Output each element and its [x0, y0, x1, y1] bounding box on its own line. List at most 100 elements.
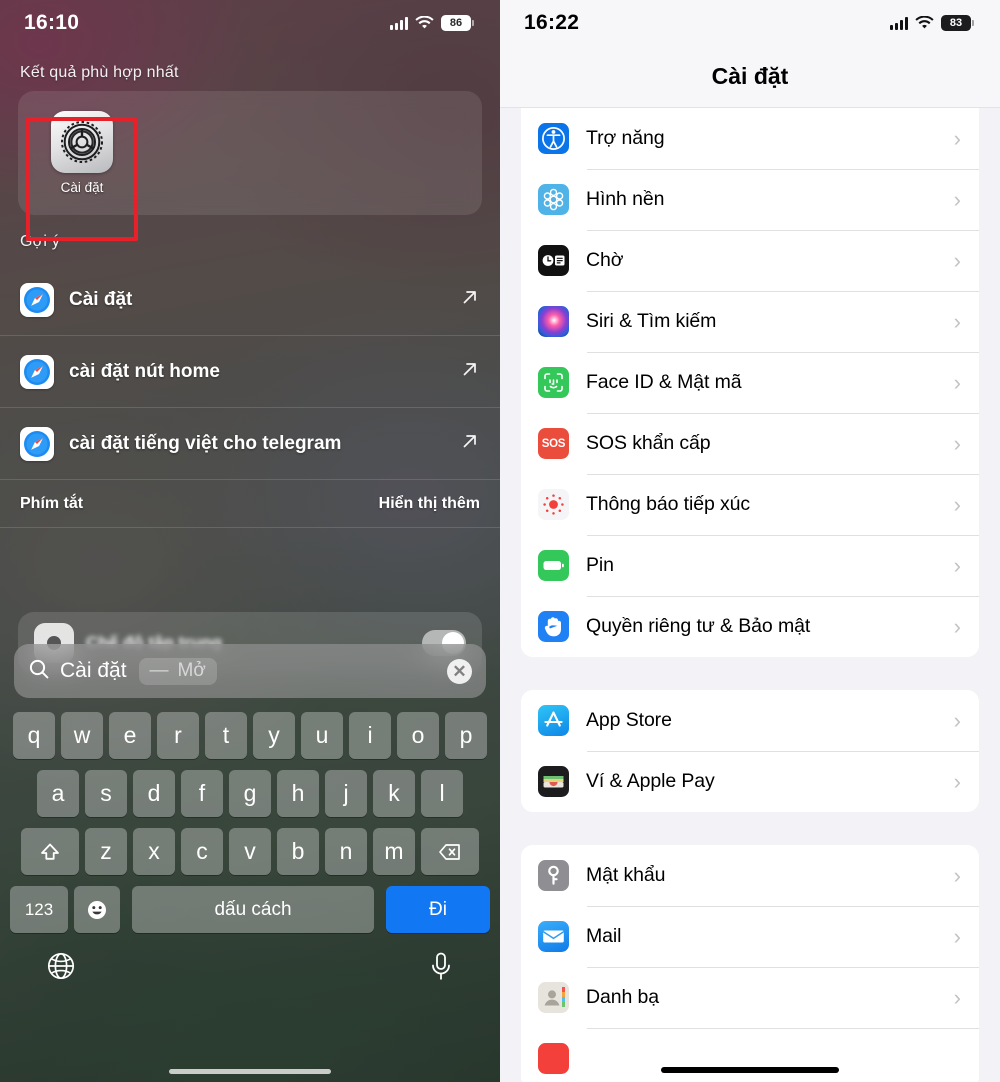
key-k[interactable]: k [373, 770, 415, 817]
numeric-key[interactable]: 123 [10, 886, 68, 933]
status-bar-left: 16:10 86 [0, 0, 500, 46]
onscreen-keyboard: q w e r t y u i o p a s d f g h j k l z … [0, 712, 500, 988]
settings-row-label: Chờ [586, 249, 624, 271]
key-t[interactable]: t [205, 712, 247, 759]
sidebar-item-mail[interactable]: Mail › [521, 906, 979, 967]
sidebar-item-privacy-security[interactable]: Quyền riêng tư & Bảo mật › [521, 596, 979, 657]
key-y[interactable]: y [253, 712, 295, 759]
search-icon [28, 658, 50, 685]
chevron-right-icon: › [953, 707, 961, 733]
settings-row-label: Ví & Apple Pay [586, 770, 715, 792]
sidebar-item-contacts[interactable]: Danh bạ › [521, 967, 979, 1028]
keyboard-row-4: 123 dấu cách Đi [0, 886, 500, 933]
sidebar-item-exposure-notifications[interactable]: Thông báo tiếp xúc › [521, 474, 979, 535]
sidebar-item-standby[interactable]: Chờ › [521, 230, 979, 291]
settings-row-label: Hình nền [586, 188, 665, 210]
globe-icon[interactable] [46, 951, 76, 988]
mail-icon [538, 921, 569, 952]
wifi-icon [915, 16, 934, 30]
key-z[interactable]: z [85, 828, 127, 875]
dual-screenshot-container: 16:10 86 Kết quả phù hợp nhất Cài đặt Gợ… [0, 0, 1000, 1082]
key-u[interactable]: u [301, 712, 343, 759]
search-input-value[interactable]: Cài đặt [60, 659, 127, 683]
search-action-chip[interactable]: — Mở [138, 657, 217, 685]
sidebar-item-wallet-apple-pay[interactable]: Ví & Apple Pay › [521, 751, 979, 812]
wifi-icon [415, 16, 434, 30]
chevron-right-icon: › [953, 984, 961, 1010]
arrow-up-right-icon[interactable] [460, 431, 480, 456]
wallet-icon [538, 766, 569, 797]
shift-icon[interactable] [21, 828, 79, 875]
sidebar-item-app-store[interactable]: App Store › [521, 690, 979, 751]
shortcuts-footer-row: Phím tắt Hiển thị thêm [0, 480, 500, 528]
clear-circle-icon[interactable]: ✕ [447, 658, 472, 684]
microphone-icon[interactable] [428, 951, 454, 988]
key-b[interactable]: b [277, 828, 319, 875]
sidebar-item-passwords[interactable]: Mật khẩu › [521, 845, 979, 906]
key-e[interactable]: e [109, 712, 151, 759]
chevron-right-icon: › [953, 491, 961, 517]
sidebar-item-partial-bottom[interactable] [521, 1028, 979, 1082]
keyboard-row-1: q w e r t y u i o p [0, 712, 500, 759]
settings-row-label: Quyền riêng tư & Bảo mật [586, 615, 811, 637]
arrow-up-right-icon[interactable] [460, 287, 480, 312]
key-x[interactable]: x [133, 828, 175, 875]
chevron-right-icon: › [953, 186, 961, 212]
search-field[interactable]: Cài đặt — Mở ✕ [14, 644, 486, 698]
settings-row-label: App Store [586, 709, 672, 731]
chevron-right-icon: › [953, 768, 961, 794]
highlight-box-settings-app [26, 117, 138, 241]
chevron-right-icon: › [953, 613, 961, 639]
battery-percentage: 86 [441, 15, 471, 31]
list-item[interactable]: cài đặt tiếng việt cho telegram [0, 408, 500, 480]
key-c[interactable]: c [181, 828, 223, 875]
top-hit-header: Kết quả phù hợp nhất [20, 64, 179, 81]
go-key[interactable]: Đi [386, 886, 490, 933]
key-i[interactable]: i [349, 712, 391, 759]
key-m[interactable]: m [373, 828, 415, 875]
backspace-icon[interactable] [421, 828, 479, 875]
key-icon [538, 860, 569, 891]
key-s[interactable]: s [85, 770, 127, 817]
left-phone-screen-spotlight: 16:10 86 Kết quả phù hợp nhất Cài đặt Gợ… [0, 0, 500, 1082]
app-store-icon [538, 705, 569, 736]
battery-icon: 83 [941, 15, 974, 31]
arrow-up-right-icon[interactable] [460, 359, 480, 384]
key-d[interactable]: d [133, 770, 175, 817]
key-h[interactable]: h [277, 770, 319, 817]
contacts-icon [538, 982, 569, 1013]
battery-percentage: 83 [941, 15, 971, 31]
space-key[interactable]: dấu cách [132, 886, 374, 933]
key-q[interactable]: q [13, 712, 55, 759]
sidebar-item-face-id[interactable]: Face ID & Mật mã › [521, 352, 979, 413]
chevron-right-icon: › [953, 247, 961, 273]
settings-row-label: Danh bạ [586, 986, 660, 1008]
key-f[interactable]: f [181, 770, 223, 817]
page-title: Cài đặt [500, 46, 1000, 108]
key-a[interactable]: a [37, 770, 79, 817]
chevron-right-icon: › [953, 369, 961, 395]
list-item[interactable]: cài đặt nút home [0, 336, 500, 408]
key-p[interactable]: p [445, 712, 487, 759]
key-v[interactable]: v [229, 828, 271, 875]
settings-group-1: Trợ năng › Hình nền › Chờ › Siri & Tìm k… [521, 108, 979, 657]
sidebar-item-emergency-sos[interactable]: SOS SOS khẩn cấp › [521, 413, 979, 474]
wallpaper-icon [538, 184, 569, 215]
settings-row-label: Trợ năng [586, 127, 665, 149]
key-o[interactable]: o [397, 712, 439, 759]
key-g[interactable]: g [229, 770, 271, 817]
key-w[interactable]: w [61, 712, 103, 759]
chevron-right-icon: › [953, 862, 961, 888]
sidebar-item-accessibility[interactable]: Trợ năng › [521, 108, 979, 169]
key-l[interactable]: l [421, 770, 463, 817]
emoji-icon[interactable] [74, 886, 120, 933]
sidebar-item-wallpaper[interactable]: Hình nền › [521, 169, 979, 230]
sidebar-item-battery[interactable]: Pin › [521, 535, 979, 596]
cellular-bars-icon [890, 16, 908, 30]
key-r[interactable]: r [157, 712, 199, 759]
show-more-button[interactable]: Hiển thị thêm [379, 495, 480, 513]
key-n[interactable]: n [325, 828, 367, 875]
key-j[interactable]: j [325, 770, 367, 817]
list-item[interactable]: Cài đặt [0, 264, 500, 336]
sidebar-item-siri-search[interactable]: Siri & Tìm kiếm › [521, 291, 979, 352]
